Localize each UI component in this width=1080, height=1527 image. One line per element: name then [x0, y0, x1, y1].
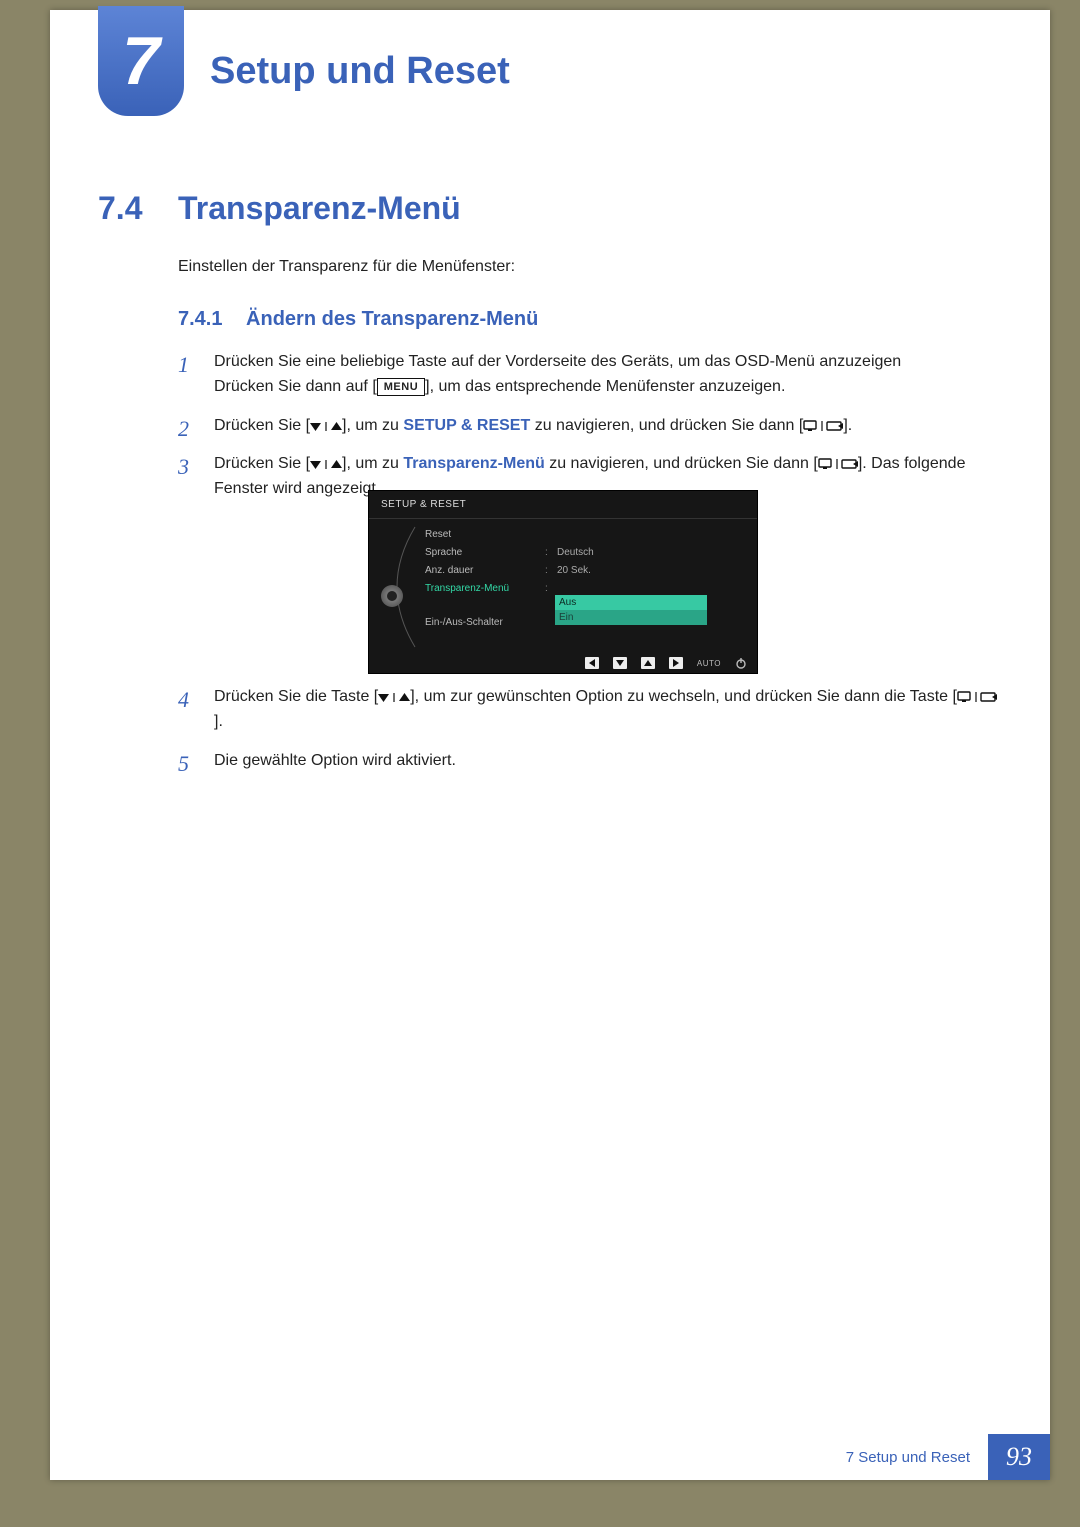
subsection-heading: 7.4.1 Ändern des Transparenz-Menü: [178, 308, 538, 331]
page: 7 Setup und Reset 7.4 Transparenz-Menü E…: [50, 10, 1050, 1480]
osd-body: Reset Sprache : Deutsch Anz. dauer : 20 …: [369, 519, 757, 651]
intro-text: Einstellen der Transparenz für die Menüf…: [178, 258, 515, 276]
step-number: 4: [178, 683, 189, 717]
osd-colon: :: [545, 583, 557, 594]
enter-source-icon: [818, 458, 858, 470]
osd-value: Deutsch: [557, 547, 594, 558]
osd-option: Ein: [555, 610, 707, 625]
section-title: Transparenz-Menü: [178, 190, 461, 227]
step-4-end: ].: [214, 713, 223, 730]
power-icon: [735, 657, 747, 669]
step-2: Drücken Sie [ ], um zu SETUP & RESET zu n…: [178, 414, 998, 439]
enter-source-icon: [803, 420, 843, 432]
menu-icon: MENU: [377, 378, 425, 396]
subsection-title: Ändern des Transparenz-Menü: [246, 308, 538, 330]
subsection-number: 7.4.1: [178, 308, 222, 330]
osd-row-reset: Reset: [421, 525, 757, 543]
step-1-post: ], um das entsprechende Menüfenster anzu…: [425, 378, 785, 395]
step-number: 5: [178, 747, 189, 781]
gear-icon: [381, 585, 403, 607]
step-4: 4 Drücken Sie die Taste [ ], um zur gewün…: [178, 685, 998, 735]
down-up-arrow-icon: [310, 421, 342, 432]
step-4-mid: ], um zur gewünschten Option zu wechseln…: [410, 688, 957, 705]
osd-list: Reset Sprache : Deutsch Anz. dauer : 20 …: [421, 519, 757, 651]
osd-label: Reset: [425, 529, 545, 540]
osd-left-icon: [585, 657, 599, 669]
osd-down-icon: [613, 657, 627, 669]
osd-option-selected: Aus: [555, 595, 707, 610]
osd-dropdown: Aus Ein: [555, 595, 707, 625]
down-up-arrow-icon: [310, 459, 342, 470]
step-1-line1: Drücken Sie eine beliebige Taste auf der…: [214, 353, 901, 370]
section-heading: 7.4 Transparenz-Menü: [98, 190, 461, 227]
osd-up-icon: [641, 657, 655, 669]
osd-label: Ein-/Aus-Schalter: [425, 617, 545, 628]
osd-colon: :: [545, 547, 557, 558]
osd-label: Transparenz-Menü: [425, 583, 545, 594]
step-2-end: ].: [843, 417, 852, 434]
osd-row-sprache: Sprache : Deutsch: [421, 543, 757, 561]
down-up-arrow-icon: [378, 692, 410, 703]
step-2-mid: ], um zu: [342, 417, 403, 434]
chapter-number: 7: [122, 22, 160, 100]
page-footer: 7 Setup und Reset 93: [846, 1434, 1050, 1480]
step-5-text: Die gewählte Option wird aktiviert.: [214, 752, 456, 769]
section-number: 7.4: [98, 190, 178, 227]
chapter-title: Setup und Reset: [210, 50, 510, 93]
step-3-nav: zu navigieren, und drücken Sie dann [: [545, 455, 818, 472]
step-2-pre: Drücken Sie [: [214, 417, 310, 434]
osd-footer: AUTO: [585, 657, 747, 669]
step-2-nav: zu navigieren, und drücken Sie dann [: [530, 417, 803, 434]
osd-auto-label: AUTO: [697, 659, 721, 668]
chapter-badge: 7: [98, 6, 184, 116]
osd-label: Sprache: [425, 547, 545, 558]
step-list-continued: 4 Drücken Sie die Taste [ ], um zur gewün…: [178, 685, 998, 787]
step-4-pre: Drücken Sie die Taste [: [214, 688, 378, 705]
page-number: 93: [988, 1434, 1050, 1480]
enter-source-icon: [957, 691, 997, 703]
step-1-pre: Drücken Sie dann auf [: [214, 378, 377, 395]
osd-value: 20 Sek.: [557, 565, 591, 576]
osd-side: [369, 519, 421, 651]
osd-label: Anz. dauer: [425, 565, 545, 576]
step-3-mid: ], um zu: [342, 455, 403, 472]
step-2-target: SETUP & RESET: [403, 417, 530, 434]
osd-right-icon: [669, 657, 683, 669]
footer-label: 7 Setup und Reset: [846, 1437, 988, 1478]
step-3-target: Transparenz-Menü: [403, 455, 544, 472]
step-3-pre: Drücken Sie [: [214, 455, 310, 472]
osd-colon: :: [545, 565, 557, 576]
step-1: Drücken Sie eine beliebige Taste auf der…: [178, 350, 998, 400]
step-5: 5 Die gewählte Option wird aktiviert.: [178, 749, 998, 774]
osd-row-anzdauer: Anz. dauer : 20 Sek.: [421, 561, 757, 579]
osd-screenshot: SETUP & RESET Reset Sprache : Deutsch An…: [368, 490, 758, 674]
osd-header: SETUP & RESET: [369, 491, 757, 519]
